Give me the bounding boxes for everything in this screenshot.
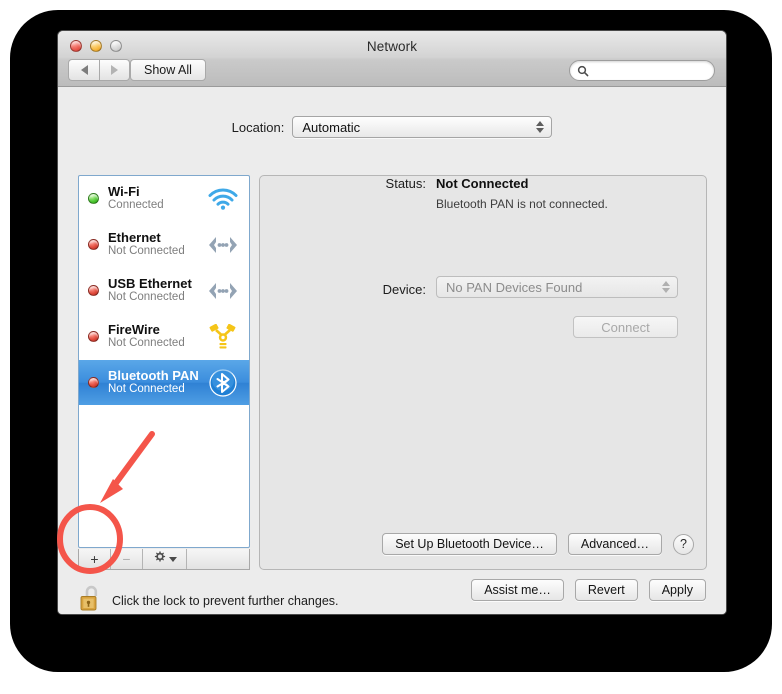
navigation-buttons [68, 59, 130, 81]
device-label: Device: [382, 282, 426, 297]
location-label: Location: [231, 119, 285, 135]
device-popup-button[interactable]: No PAN Devices Found [436, 276, 678, 298]
status-dot-green [88, 193, 99, 204]
service-name: Wi-Fi [108, 184, 140, 200]
service-name: Bluetooth PAN [108, 368, 199, 384]
status-label: Status: [385, 176, 426, 191]
chevron-updown-icon [536, 121, 545, 133]
ethernet-icon [205, 281, 241, 301]
status-description: Bluetooth PAN is not connected. [436, 197, 608, 211]
firewire-icon [205, 323, 241, 350]
chevron-down-icon [168, 556, 177, 562]
bluetooth-icon [205, 368, 241, 397]
service-status: Connected [108, 199, 164, 212]
service-name: USB Ethernet [108, 276, 192, 292]
location-popup-button[interactable]: Automatic [292, 116, 553, 138]
status-value: Not Connected [436, 176, 529, 191]
ethernet-icon [205, 235, 241, 255]
forward-arrow-icon [111, 65, 118, 75]
location-row: Location: Automatic [58, 116, 726, 138]
service-actions-menu-button[interactable] [143, 549, 187, 569]
service-detail-panel: Status: Not Connected Bluetooth PAN is n… [259, 175, 707, 570]
status-dot-red [88, 285, 99, 296]
window-content: Location: Automatic Wi-Fi Connected Ethe… [58, 87, 726, 614]
service-status: Not Connected [108, 245, 185, 258]
assist-me-button[interactable]: Assist me… [471, 579, 564, 601]
lock-hint-text: Click the lock to prevent further change… [112, 593, 339, 608]
window-action-buttons: Assist me… Revert Apply [471, 579, 706, 601]
service-status: Not Connected [108, 291, 185, 304]
remove-service-button[interactable]: − [111, 549, 143, 569]
service-row-wifi[interactable]: Wi-Fi Connected [79, 176, 249, 222]
search-icon [577, 65, 589, 77]
service-status: Not Connected [108, 337, 185, 350]
device-value: No PAN Devices Found [446, 279, 583, 295]
network-preferences-window: Network Show All Location: Automatic Wi-… [57, 30, 727, 615]
service-row-ethernet[interactable]: Ethernet Not Connected [79, 222, 249, 268]
service-row-firewire[interactable]: FireWire Not Connected [79, 314, 249, 360]
unlocked-padlock-icon[interactable] [78, 584, 103, 614]
status-dot-red [88, 377, 99, 388]
service-name: FireWire [108, 322, 160, 338]
network-service-list[interactable]: Wi-Fi Connected Ethernet Not Connected U… [78, 175, 250, 548]
location-value: Automatic [302, 119, 361, 135]
lock-row[interactable]: Click the lock to prevent further change… [78, 584, 339, 614]
service-row-usb-ethernet[interactable]: USB Ethernet Not Connected [79, 268, 249, 314]
setup-bluetooth-device-button[interactable]: Set Up Bluetooth Device… [382, 533, 557, 555]
service-name: Ethernet [108, 230, 161, 246]
service-row-bluetooth-pan[interactable]: Bluetooth PAN Not Connected [79, 360, 249, 406]
help-button[interactable]: ? [673, 533, 694, 555]
status-dot-red [88, 331, 99, 342]
search-field[interactable] [569, 60, 715, 81]
window-titlebar: Network Show All [58, 31, 726, 87]
back-arrow-icon [80, 65, 88, 75]
service-status: Not Connected [108, 383, 185, 396]
detail-footer: Set Up Bluetooth Device… Advanced… ? [260, 533, 706, 555]
status-dot-red [88, 239, 99, 250]
revert-button[interactable]: Revert [574, 579, 638, 601]
advanced-button[interactable]: Advanced… [567, 533, 662, 555]
add-service-button[interactable]: + [79, 549, 111, 569]
service-list-toolbar: + − [78, 549, 250, 570]
back-button[interactable] [68, 59, 99, 81]
wifi-icon [205, 188, 241, 210]
forward-button[interactable] [99, 59, 130, 81]
gear-icon [153, 550, 166, 568]
connect-button[interactable]: Connect [573, 316, 678, 338]
chevron-updown-icon [662, 281, 670, 293]
window-title: Network [366, 39, 418, 54]
search-input[interactable] [593, 64, 703, 77]
apply-button[interactable]: Apply [648, 579, 706, 601]
show-all-button[interactable]: Show All [130, 59, 206, 81]
